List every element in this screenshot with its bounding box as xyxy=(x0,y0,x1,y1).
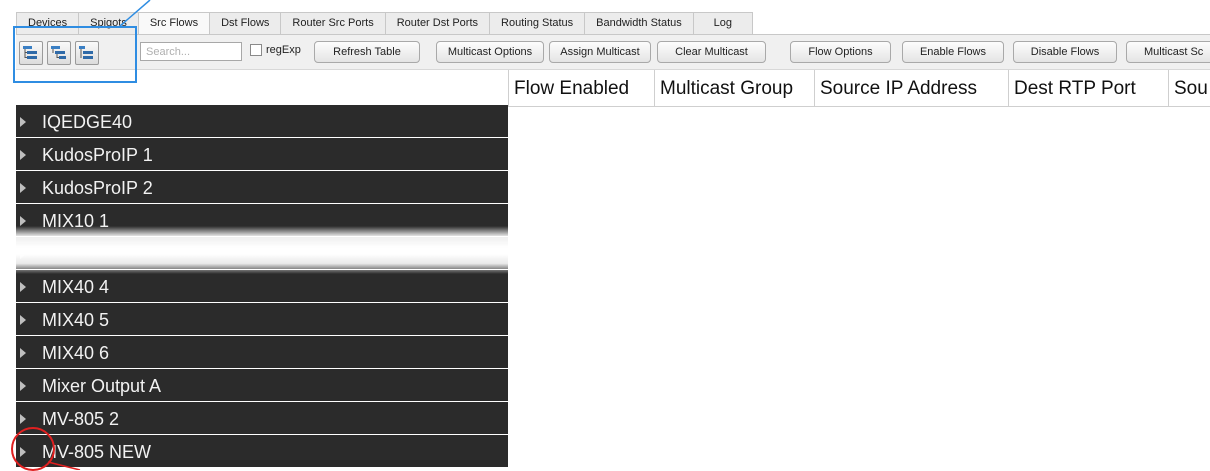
disable-flows-button[interactable]: Disable Flows xyxy=(1013,41,1117,63)
expand-arrow-icon[interactable] xyxy=(20,249,26,259)
assign-multicast-button[interactable]: Assign Multicast xyxy=(549,41,651,63)
tab-routing-status[interactable]: Routing Status xyxy=(490,12,586,35)
table-row[interactable]: KudosProIP 2 xyxy=(16,171,508,203)
tab-devices[interactable]: Devices xyxy=(17,12,80,35)
table-row[interactable]: MIX10 1 xyxy=(16,204,508,236)
tree-level-icon xyxy=(79,46,93,59)
tab-bar: Devices Spigots Src Flows Dst Flows Rout… xyxy=(0,0,1210,35)
expand-arrow-icon[interactable] xyxy=(20,282,26,292)
tab-spigots[interactable]: Spigots xyxy=(79,12,139,35)
table-row[interactable]: MV-805 NEW xyxy=(16,435,508,467)
table-row[interactable]: MIX40 5 xyxy=(16,303,508,335)
collapse-tree-button[interactable] xyxy=(47,41,71,65)
row-label: KudosProIP 1 xyxy=(42,145,153,165)
table-row[interactable]: IQEDGE40 xyxy=(16,105,508,137)
tabs: Devices Spigots Src Flows Dst Flows Rout… xyxy=(16,12,753,35)
enable-flows-button[interactable]: Enable Flows xyxy=(902,41,1004,63)
tree-column-header[interactable] xyxy=(16,70,508,106)
table-row[interactable]: MIX40 6 xyxy=(16,336,508,368)
expand-arrow-icon[interactable] xyxy=(20,150,26,160)
table-row[interactable]: Mixer Output A xyxy=(16,369,508,401)
multicast-options-button[interactable]: Multicast Options xyxy=(436,41,544,63)
row-label: MIX40 6 xyxy=(42,343,110,363)
column-source-ip-address[interactable]: Source IP Address xyxy=(814,70,1008,106)
column-flow-enabled[interactable]: Flow Enabled xyxy=(508,70,654,106)
column-dest-rtp-port[interactable]: Dest RTP Port xyxy=(1008,70,1168,106)
search-input[interactable] xyxy=(140,42,242,61)
row-label: MIX40 5 xyxy=(42,310,110,330)
expand-arrow-icon[interactable] xyxy=(20,447,26,457)
expand-arrow-icon[interactable] xyxy=(20,414,26,424)
refresh-table-button[interactable]: Refresh Table xyxy=(314,41,420,63)
regexp-option[interactable]: regExp xyxy=(250,44,301,56)
multicast-sc-button[interactable]: Multicast Sc xyxy=(1126,41,1210,63)
clear-multicast-button[interactable]: Clear Multicast xyxy=(657,41,766,63)
tree-level-button[interactable] xyxy=(75,41,99,65)
tab-log[interactable]: Log xyxy=(693,12,753,35)
regexp-label: regExp xyxy=(266,44,301,56)
column-multicast-group[interactable]: Multicast Group xyxy=(654,70,814,106)
column-source-truncated[interactable]: Sou xyxy=(1168,70,1210,106)
toolbar: regExp Refresh Table Multicast Options A… xyxy=(16,34,1210,69)
table-header: Flow Enabled Multicast Group Source IP A… xyxy=(16,69,1210,107)
tab-bandwidth-status[interactable]: Bandwidth Status xyxy=(585,12,694,35)
tab-router-src-ports[interactable]: Router Src Ports xyxy=(281,12,386,35)
expand-arrow-icon[interactable] xyxy=(20,183,26,193)
row-label: KudosProIP 2 xyxy=(42,178,153,198)
tab-router-dst-ports[interactable]: Router Dst Ports xyxy=(385,12,491,35)
tab-dst-flows[interactable]: Dst Flows xyxy=(210,12,282,35)
expand-tree-button[interactable] xyxy=(19,41,43,65)
device-tree: IQEDGE40 KudosProIP 1 KudosProIP 2 MIX10… xyxy=(16,105,508,468)
regexp-checkbox[interactable] xyxy=(250,44,262,56)
row-label: MV-805 NEW xyxy=(42,442,152,462)
table-row[interactable] xyxy=(16,237,508,269)
row-label: MIX10 1 xyxy=(42,211,110,231)
row-label: IQEDGE40 xyxy=(42,112,133,132)
row-label: MV-805 2 xyxy=(42,409,120,429)
expand-arrow-icon[interactable] xyxy=(20,216,26,226)
row-label: Mixer Output A xyxy=(42,376,162,396)
table-row[interactable]: KudosProIP 1 xyxy=(16,138,508,170)
flow-options-button[interactable]: Flow Options xyxy=(790,41,891,63)
expand-arrow-icon[interactable] xyxy=(20,117,26,127)
expand-arrow-icon[interactable] xyxy=(20,348,26,358)
expand-arrow-icon[interactable] xyxy=(20,381,26,391)
expand-tree-icon xyxy=(23,46,37,59)
table-row[interactable]: MIX40 4 xyxy=(16,270,508,302)
expand-arrow-icon[interactable] xyxy=(20,315,26,325)
collapse-tree-icon xyxy=(51,46,66,59)
table-row[interactable]: MV-805 2 xyxy=(16,402,508,434)
row-label: MIX40 4 xyxy=(42,277,110,297)
tab-src-flows[interactable]: Src Flows xyxy=(138,12,211,35)
